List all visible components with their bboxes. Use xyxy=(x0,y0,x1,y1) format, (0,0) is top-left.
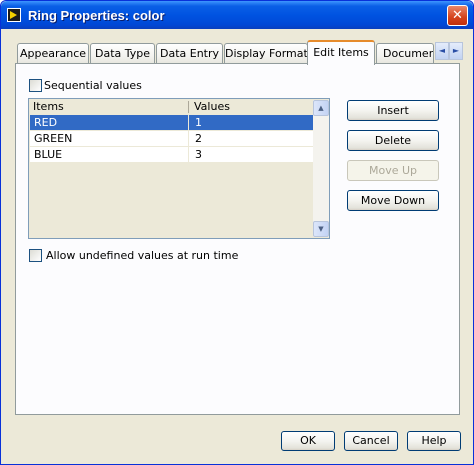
column-header-values[interactable]: Values xyxy=(191,100,230,114)
table-row[interactable]: RED 1 xyxy=(30,115,313,131)
sequential-values-checkbox[interactable] xyxy=(29,79,42,92)
item-cell[interactable]: BLUE xyxy=(30,147,62,162)
value-cell[interactable]: 2 xyxy=(191,131,202,146)
move-up-button[interactable]: Move Up xyxy=(347,160,439,181)
ring-properties-dialog: Ring Properties: color ✕ Appearance Data… xyxy=(0,0,474,465)
table-row[interactable]: GREEN 2 xyxy=(30,131,313,147)
column-divider[interactable] xyxy=(188,101,189,113)
scroll-down-arrow-icon[interactable]: ▼ xyxy=(313,221,329,237)
edit-items-content: Sequential values Items Values RED 1 GRE… xyxy=(1,1,473,464)
scroll-up-arrow-icon[interactable]: ▲ xyxy=(313,100,329,116)
allow-undefined-values-label: Allow undefined values at run time xyxy=(46,249,239,262)
value-cell[interactable]: 3 xyxy=(191,147,202,162)
item-cell[interactable]: RED xyxy=(30,115,57,130)
cell-divider xyxy=(188,115,189,130)
sequential-values-label: Sequential values xyxy=(44,79,142,92)
column-header-items[interactable]: Items xyxy=(30,100,64,114)
delete-button[interactable]: Delete xyxy=(347,130,439,151)
value-cell[interactable]: 1 xyxy=(191,115,202,130)
move-down-button[interactable]: Move Down xyxy=(347,190,439,211)
items-table[interactable]: Items Values RED 1 GREEN 2 BLUE 3 ▲ ▼ xyxy=(28,98,330,239)
table-header: Items Values xyxy=(30,100,313,114)
table-vertical-scrollbar[interactable]: ▲ ▼ xyxy=(313,100,329,237)
cell-divider xyxy=(188,131,189,146)
insert-button[interactable]: Insert xyxy=(347,100,439,121)
allow-undefined-values-checkbox[interactable] xyxy=(29,249,42,262)
table-row[interactable]: BLUE 3 xyxy=(30,147,313,163)
item-cell[interactable]: GREEN xyxy=(30,131,72,146)
cell-divider xyxy=(188,147,189,162)
